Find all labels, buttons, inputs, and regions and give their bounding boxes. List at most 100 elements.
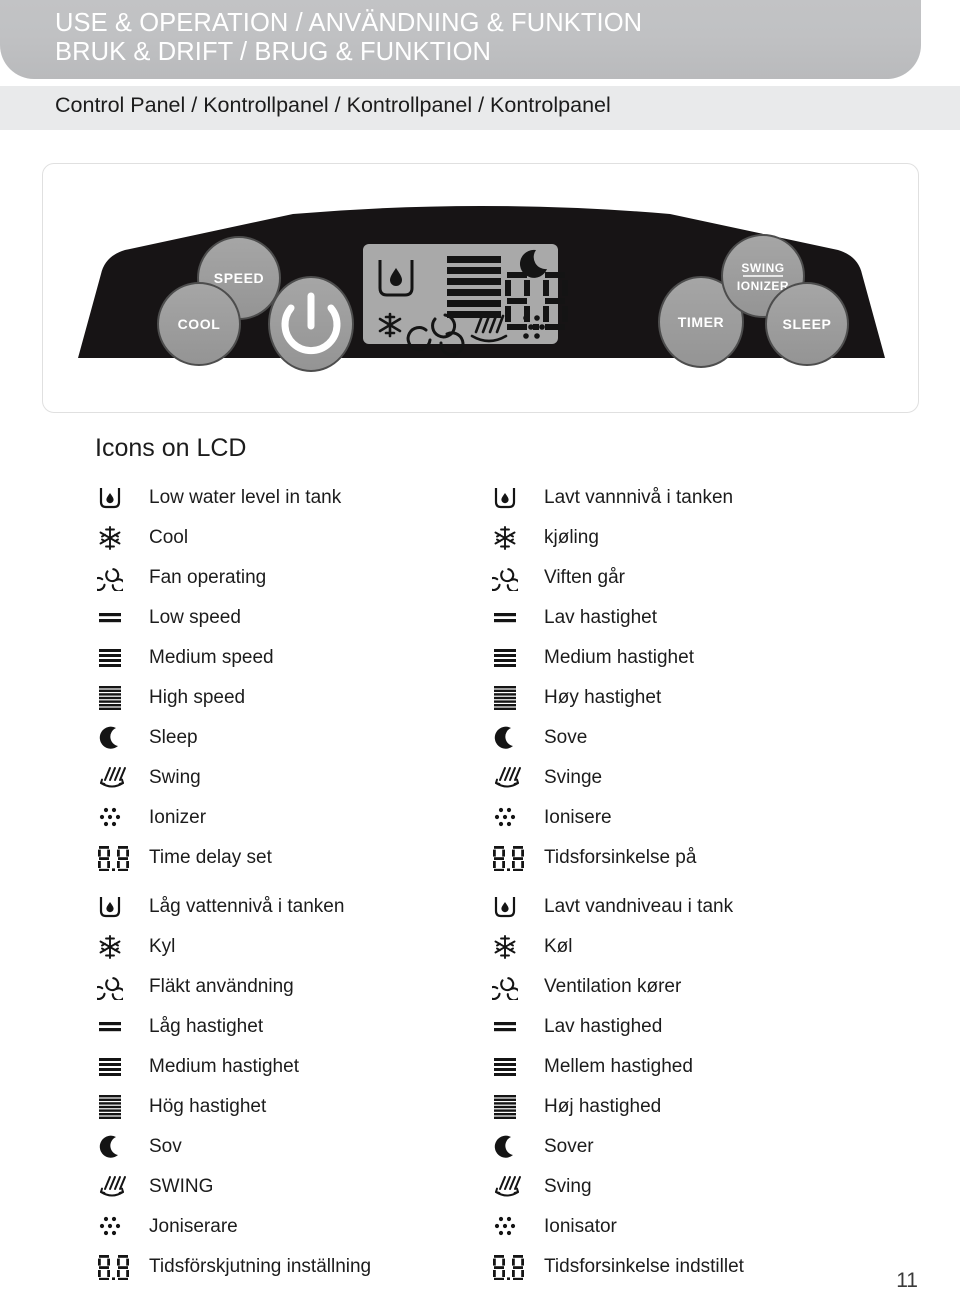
- snowflake-icon: [490, 930, 534, 964]
- legend-row: Tidsförskjutning inställning: [95, 1247, 371, 1287]
- legend-row: Ionisere: [490, 798, 733, 838]
- page-title: Icons on LCD: [95, 434, 247, 462]
- high-speed-icon: [95, 681, 139, 715]
- legend-row: Fan operating: [95, 558, 341, 598]
- legend-label: Swing: [149, 767, 201, 788]
- legend-label: Tidsforsinkelse indstillet: [544, 1256, 744, 1277]
- legend-row: Ventilation kører: [490, 967, 744, 1007]
- legend-label: Høj hastighed: [544, 1096, 662, 1117]
- legend-label: Sove: [544, 727, 588, 748]
- snowflake-icon: [490, 521, 534, 555]
- low-water-tank-icon: [95, 481, 139, 515]
- control-panel-artwork: SPEED COOL TIMER SWING IONIZER SLEEP: [43, 164, 920, 414]
- low-speed-icon: [95, 601, 139, 635]
- section-subtitle: Control Panel / Kontrollpanel / Kontroll…: [55, 93, 611, 117]
- power-button-art: [268, 276, 354, 372]
- legend-label: Mellem hastighed: [544, 1056, 693, 1077]
- seven-segment-icon: [490, 841, 534, 875]
- moon-icon: [95, 721, 139, 755]
- ionizer-icon: [490, 801, 534, 835]
- legend-row: Swing: [95, 758, 341, 798]
- legend-row: Low speed: [95, 598, 341, 638]
- legend-label: Låg vattennivå i tanken: [149, 896, 345, 917]
- legend-label: Sleep: [149, 727, 198, 748]
- legend-row: Lav hastighet: [490, 598, 733, 638]
- legend-row: kjøling: [490, 518, 733, 558]
- low-speed-icon: [490, 1010, 534, 1044]
- legend-label: Høy hastighet: [544, 687, 662, 708]
- legend-label: Sving: [544, 1176, 592, 1197]
- svg-text:SWING: SWING: [741, 261, 784, 275]
- moon-icon: [490, 1130, 534, 1164]
- fan-icon: [490, 970, 534, 1004]
- legend-label: Fläkt användning: [149, 976, 294, 997]
- legend-label: Cool: [149, 527, 189, 548]
- swing-icon: [490, 761, 534, 795]
- medium-speed-icon: [95, 1050, 139, 1084]
- page-number: 11: [896, 1269, 918, 1292]
- legend-row: Viften går: [490, 558, 733, 598]
- legend-row: Høy hastighet: [490, 678, 733, 718]
- legend-label: Lavt vandniveau i tank: [544, 896, 734, 917]
- cool-button-art: COOL: [157, 282, 241, 366]
- control-panel-figure: SPEED COOL TIMER SWING IONIZER SLEEP: [42, 163, 919, 413]
- legend-row: Sleep: [95, 718, 341, 758]
- ionizer-icon: [490, 1210, 534, 1244]
- legend-label: Viften går: [544, 567, 625, 588]
- legend-label: Ventilation kører: [544, 976, 682, 997]
- legend-row: Joniserare: [95, 1207, 371, 1247]
- moon-icon: [490, 721, 534, 755]
- legend-row: Sving: [490, 1167, 744, 1207]
- legend-row: Ionisator: [490, 1207, 744, 1247]
- legend-label: High speed: [149, 687, 246, 708]
- legend-row: Low water level in tank: [95, 478, 341, 518]
- svg-text:TIMER: TIMER: [678, 314, 725, 330]
- legend-row: Mellem hastighed: [490, 1047, 744, 1087]
- fan-icon: [95, 561, 139, 595]
- ionizer-icon: [95, 801, 139, 835]
- legend-row: Medium hastighet: [95, 1047, 371, 1087]
- legend-row: Sover: [490, 1127, 744, 1167]
- svg-text:COOL: COOL: [178, 316, 221, 332]
- legend-column-swedish: Låg vattennivå i tanken Kyl Fläkt använd…: [95, 887, 371, 1287]
- low-water-tank-icon: [95, 890, 139, 924]
- legend-row: Køl: [490, 927, 744, 967]
- medium-speed-icon: [490, 1050, 534, 1084]
- swing-icon: [95, 761, 139, 795]
- page-header-line-2: BRUK & DRIFT / BRUG & FUNKTION: [55, 38, 492, 66]
- seven-segment-icon: [490, 1250, 534, 1284]
- legend-row: Låg vattennivå i tanken: [95, 887, 371, 927]
- legend-label: Ionisator: [544, 1216, 617, 1237]
- legend-row: Sove: [490, 718, 733, 758]
- legend-row: Lavt vannnivå i tanken: [490, 478, 733, 518]
- legend-row: Lav hastighed: [490, 1007, 744, 1047]
- legend-label: Hög hastighet: [149, 1096, 267, 1117]
- legend-row: SWING: [95, 1167, 371, 1207]
- legend-label: Lavt vannnivå i tanken: [544, 487, 734, 508]
- svg-text:SLEEP: SLEEP: [783, 316, 832, 332]
- legend-label: Medium hastighet: [149, 1056, 299, 1077]
- legend-row: Medium speed: [95, 638, 341, 678]
- swing-icon: [95, 1170, 139, 1204]
- legend-label: Ionizer: [149, 807, 207, 828]
- low-water-tank-icon: [490, 890, 534, 924]
- legend-label: kjøling: [544, 527, 599, 548]
- legend-label: Fan operating: [149, 567, 267, 588]
- legend-row: Cool: [95, 518, 341, 558]
- legend-row: Tidsforsinkelse indstillet: [490, 1247, 744, 1287]
- lcd-screen-art: [363, 244, 568, 357]
- legend-label: Lav hastighet: [544, 607, 658, 628]
- legend-row: Time delay set: [95, 838, 341, 878]
- sleep-button-art: SLEEP: [765, 282, 849, 366]
- legend-row: Hög hastighet: [95, 1087, 371, 1127]
- fan-icon: [490, 561, 534, 595]
- legend-label: Sov: [149, 1136, 182, 1157]
- medium-speed-icon: [95, 641, 139, 675]
- seven-segment-icon: [95, 841, 139, 875]
- legend-label: Svinge: [544, 767, 603, 788]
- legend-label: Time delay set: [149, 847, 272, 868]
- legend-label: Låg hastighet: [149, 1016, 264, 1037]
- high-speed-icon: [490, 1090, 534, 1124]
- legend-column-norwegian: Lavt vannnivå i tanken kjøling Viften gå…: [490, 478, 733, 878]
- swing-icon: [490, 1170, 534, 1204]
